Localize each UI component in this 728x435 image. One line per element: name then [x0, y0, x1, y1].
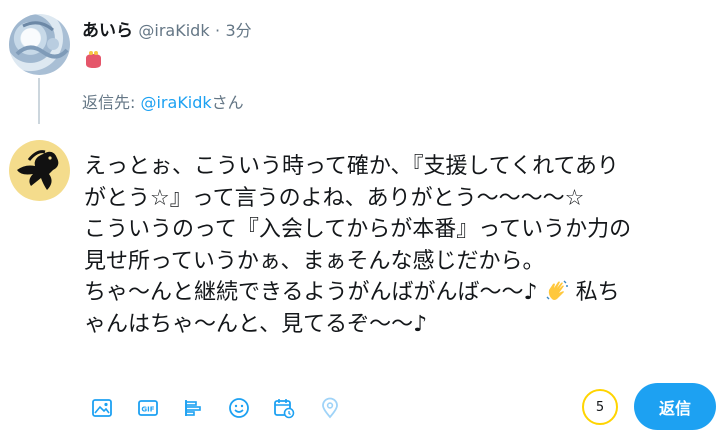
tweet-header: あいら @iraKidk · 3分 [82, 19, 252, 43]
waving-hand-icon [545, 279, 569, 303]
compose-textarea[interactable]: えっとぉ、こういう時って確か、『支援してくれてあり がとう☆』って言うのよね、あ… [84, 151, 714, 340]
reply-button[interactable]: 返信 [634, 383, 716, 430]
purse-icon [83, 49, 104, 70]
author-name[interactable]: あいら [82, 21, 133, 41]
character-counter: 5 [582, 389, 618, 425]
reply-to-mention[interactable]: @iraKidk [140, 93, 211, 112]
goldfish-avatar-icon [17, 150, 59, 190]
compose-toolbar: GIF [85, 395, 358, 421]
author-avatar[interactable] [9, 14, 70, 75]
reply-to-prefix: 返信先: [82, 93, 141, 112]
gif-label: GIF [141, 406, 154, 414]
poll-icon[interactable] [176, 395, 210, 421]
reply-to-suffix: さん [211, 93, 244, 112]
author-handle[interactable]: @iraKidk [138, 21, 209, 40]
emoji-icon[interactable] [222, 395, 256, 421]
tweet-time[interactable]: 3分 [226, 21, 252, 40]
image-icon[interactable] [85, 395, 119, 421]
separator-dot: · [215, 21, 221, 40]
schedule-icon[interactable] [267, 395, 301, 421]
avatar-art-icon [15, 21, 69, 59]
reply-to-line: 返信先: @iraKidkさん [82, 92, 244, 114]
my-avatar[interactable] [9, 140, 70, 201]
location-icon[interactable] [313, 395, 347, 421]
gif-icon[interactable]: GIF [131, 395, 165, 421]
thread-line [38, 78, 40, 124]
